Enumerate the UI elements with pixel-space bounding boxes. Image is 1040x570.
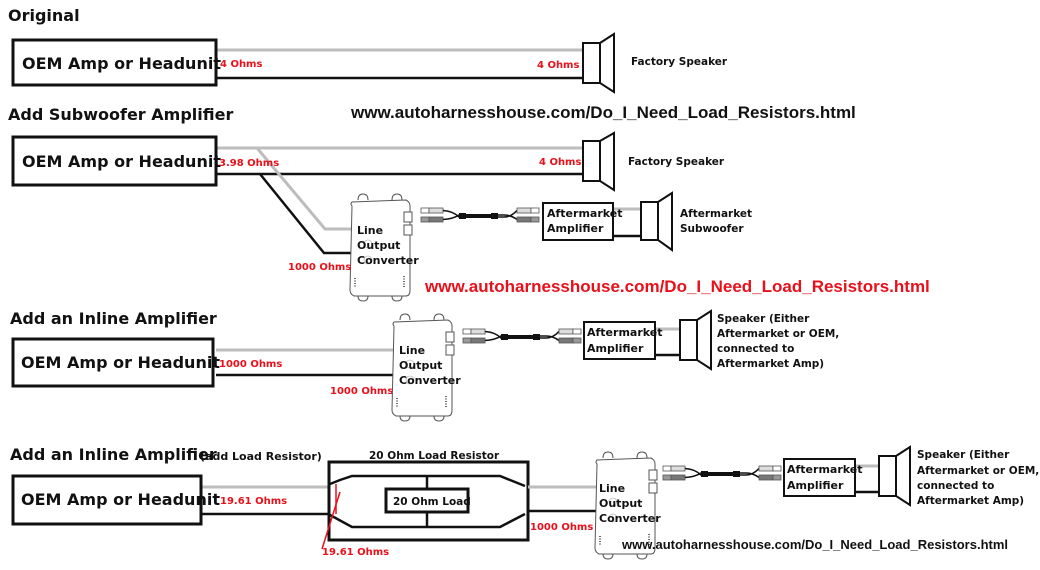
wiring-diagram: Original OEM Amp or Headunit 4 Ohms 4 Oh… <box>8 6 1039 560</box>
section-title: Add Subwoofer Amplifier <box>8 105 233 124</box>
svg-text:Converter: Converter <box>399 374 461 387</box>
watermark-url-middle: www.autoharnesshouse.com/Do_I_Need_Load_… <box>424 277 930 296</box>
resistor-load-label: 20 Ohm Load <box>393 496 471 508</box>
svg-text:Converter: Converter <box>599 512 661 525</box>
section-inline-amplifier: Add an Inline Amplifier OEM Amp or Headu… <box>10 309 839 422</box>
tap-negative-wire <box>259 173 352 255</box>
speaker-ohms-label: 4 Ohms <box>539 157 581 168</box>
section-title: Add an Inline Amplifier <box>10 309 217 328</box>
speaker-label: Factory Speaker <box>631 56 728 68</box>
svg-text:Line: Line <box>599 482 625 495</box>
speaker-label-line3: connected to <box>717 343 794 355</box>
svg-text:Line: Line <box>399 344 425 357</box>
amp-label-line2: Amplifier <box>787 479 844 492</box>
converter-ohms-label: 1000 Ohms <box>288 262 351 273</box>
section-inline-amplifier-load-resistor: Add an Inline Amplifier (add Load Resist… <box>10 445 1039 560</box>
watermark-url-bottom: www.autoharnesshouse.com/Do_I_Need_Load_… <box>621 537 1008 552</box>
svg-text:Line: Line <box>357 224 383 237</box>
section-add-subwoofer: Add Subwoofer Amplifier www.autoharnessh… <box>8 103 930 302</box>
amp-label-line2: Amplifier <box>587 342 644 355</box>
source-ohms-label: 1000 Ohms <box>219 359 282 370</box>
svg-text:Output: Output <box>399 359 442 372</box>
subwoofer-icon <box>640 191 673 252</box>
svg-text:Converter: Converter <box>357 254 419 267</box>
speaker-ohms-label: 4 Ohms <box>537 60 579 71</box>
section-original: Original OEM Amp or Headunit 4 Ohms 4 Oh… <box>8 6 728 94</box>
speaker-icon <box>582 131 615 192</box>
subwoofer-label-line1: Aftermarket <box>680 208 752 220</box>
section-title: Add an Inline Amplifier <box>10 445 217 464</box>
converter-ohms-label: 1000 Ohms <box>330 386 393 397</box>
speaker-label-line2: Aftermarket or OEM, <box>717 328 839 340</box>
amp-label-line2: Amplifier <box>547 222 604 235</box>
section-title: Original <box>8 6 80 25</box>
speaker-label-line1: Speaker (Either <box>917 449 1010 461</box>
oem-amp-label: OEM Amp or Headunit <box>21 353 220 372</box>
source-ohms-label: 19.61 Ohms <box>220 496 287 507</box>
source-ohms-label: 4 Ohms <box>220 59 262 70</box>
speaker-icon <box>679 309 712 371</box>
subwoofer-label-line2: Subwoofer <box>680 223 744 235</box>
oem-amp-label: OEM Amp or Headunit <box>22 54 221 73</box>
amp-label-line1: Aftermarket <box>787 463 863 476</box>
speaker-icon <box>878 445 911 507</box>
svg-text:Output: Output <box>599 497 642 510</box>
line-output-converter: Line Output Converter <box>391 313 461 422</box>
rca-cable <box>419 206 541 224</box>
speaker-label-line2: Aftermarket or OEM, <box>917 465 1039 477</box>
source-ohms-label: 3.98 Ohms <box>219 158 279 169</box>
section-subtitle: (add Load Resistor) <box>200 450 322 463</box>
svg-text:Output: Output <box>357 239 400 252</box>
speaker-label-line4: Aftermarket Amp) <box>917 495 1024 507</box>
speaker-label: Factory Speaker <box>628 156 725 168</box>
rca-cable <box>461 327 583 345</box>
resistor-ohms-label: 19.61 Ohms <box>322 547 389 558</box>
line-output-converter: Line Output Converter <box>349 193 419 302</box>
speaker-label-line1: Speaker (Either <box>717 313 810 325</box>
watermark-url-top: www.autoharnesshouse.com/Do_I_Need_Load_… <box>350 103 856 122</box>
speaker-label-line3: connected to <box>917 480 994 492</box>
resistor-title: 20 Ohm Load Resistor <box>369 450 500 462</box>
rca-cable <box>661 464 783 482</box>
speaker-label-line4: Aftermarket Amp) <box>717 358 824 370</box>
load-resistor: 20 Ohm Load <box>321 460 530 550</box>
oem-amp-label: OEM Amp or Headunit <box>21 490 220 509</box>
speaker-icon <box>582 32 615 94</box>
oem-amp-label: OEM Amp or Headunit <box>22 152 221 171</box>
amp-label-line1: Aftermarket <box>587 326 663 339</box>
amp-label-line1: Aftermarket <box>547 207 623 220</box>
converter-ohms-label: 1000 Ohms <box>530 522 593 533</box>
